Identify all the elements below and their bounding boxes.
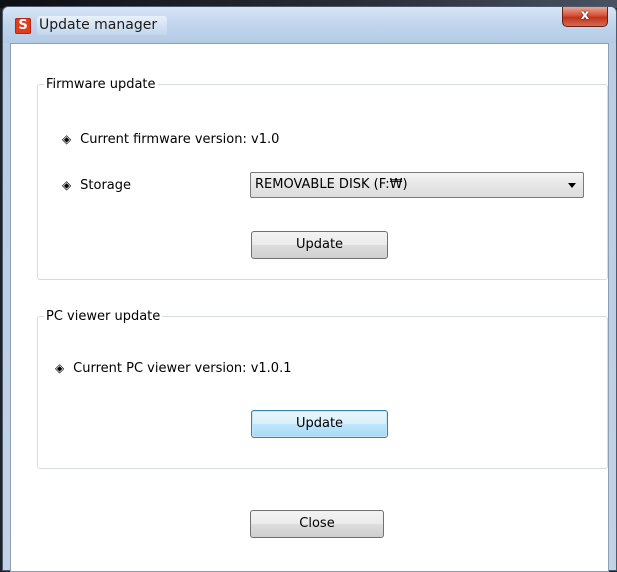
window-close-button[interactable]: x — [562, 7, 608, 27]
firmware-update-button[interactable]: Update — [251, 231, 388, 259]
firmware-update-group: Firmware update ◈ Current firmware versi… — [37, 77, 608, 280]
bullet-diamond-icon: ◈ — [62, 178, 72, 192]
firmware-version-value: v1.0 — [251, 132, 280, 147]
pc-viewer-version-label: Current PC viewer version: — [73, 361, 247, 376]
firmware-version-label: Current firmware version: — [80, 132, 247, 147]
dropdown-arrow-icon — [568, 183, 576, 188]
bullet-diamond-icon: ◈ — [62, 132, 72, 146]
pc-viewer-version-value: v1.0.1 — [250, 361, 292, 376]
firmware-group-title: Firmware update — [46, 77, 156, 92]
storage-dropdown[interactable]: REMOVABLE DISK (F:₩) — [250, 172, 584, 198]
pc-viewer-group-title: PC viewer update — [46, 309, 161, 324]
storage-selected-value: REMOVABLE DISK (F:₩) — [255, 177, 408, 192]
window-title: Update manager — [37, 16, 168, 35]
bullet-diamond-icon: ◈ — [55, 361, 65, 375]
pc-viewer-update-button[interactable]: Update — [251, 410, 388, 438]
storage-label: Storage — [80, 178, 132, 193]
firmware-version-row: ◈ Current firmware version: v1.0 — [62, 132, 279, 147]
storage-row: ◈ Storage — [62, 178, 131, 193]
close-button[interactable]: Close — [250, 510, 384, 538]
pc-viewer-version-row: ◈ Current PC viewer version: v1.0.1 — [55, 361, 291, 376]
update-manager-window: S Update manager x Firmware update ◈ Cur… — [2, 6, 617, 572]
dialog-client-area: Firmware update ◈ Current firmware versi… — [10, 43, 609, 572]
app-icon: S — [15, 18, 31, 34]
pc-viewer-update-group: PC viewer update ◈ Current PC viewer ver… — [37, 309, 608, 469]
title-bar[interactable]: S Update manager x — [3, 7, 616, 43]
